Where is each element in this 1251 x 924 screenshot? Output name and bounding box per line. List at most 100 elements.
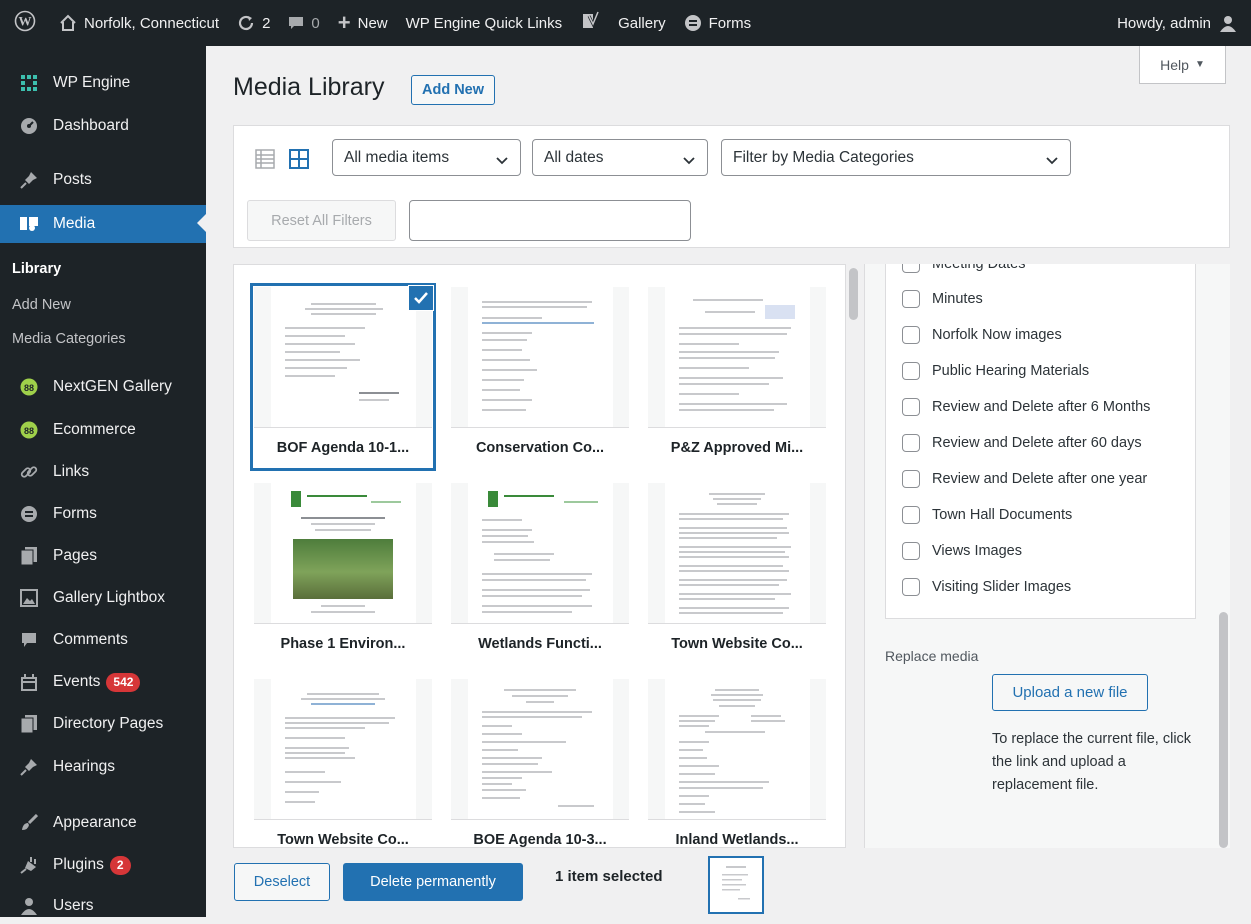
- category-checkbox[interactable]: [902, 326, 920, 344]
- account-menu[interactable]: Howdy, admin: [1108, 0, 1251, 46]
- sidebar-subitem-library[interactable]: Library: [0, 261, 206, 277]
- sidebar-subitem-media-categories[interactable]: Media Categories: [0, 331, 206, 347]
- selected-item-thumbnail[interactable]: [708, 856, 764, 914]
- category-option[interactable]: Norfolk Now images: [902, 326, 1062, 344]
- category-option[interactable]: Public Hearing Materials: [902, 362, 1089, 380]
- category-checkbox[interactable]: [902, 434, 920, 452]
- sidebar-item-directory-pages[interactable]: Directory Pages: [0, 706, 206, 742]
- grid-scrollbar[interactable]: [849, 268, 858, 320]
- sidebar-item-label: Links: [53, 463, 90, 480]
- category-label: Review and Delete after 60 days: [932, 435, 1142, 451]
- category-option[interactable]: Review and Delete after 60 days: [902, 434, 1142, 452]
- category-checkbox[interactable]: [902, 578, 920, 596]
- reset-filters-button[interactable]: Reset All Filters: [247, 200, 396, 241]
- new-content-menu[interactable]: + New: [329, 0, 397, 46]
- media-item[interactable]: Town Website Co...: [648, 483, 826, 663]
- sidebar-item-dashboard[interactable]: Dashboard: [0, 108, 206, 144]
- document-thumbnail: [254, 679, 432, 819]
- quick-links-menu[interactable]: WP Engine Quick Links: [397, 0, 571, 46]
- howdy-text: Howdy, admin: [1117, 14, 1211, 32]
- media-category-filter[interactable]: Filter by Media Categories: [721, 139, 1071, 176]
- sidebar-item-ecommerce[interactable]: 88 Ecommerce: [0, 412, 206, 448]
- users-icon: [19, 896, 39, 916]
- nextgen-icon: 88: [19, 377, 39, 397]
- media-item[interactable]: BOF Agenda 10-1...: [250, 283, 436, 471]
- help-tab-button[interactable]: Help ▼: [1139, 46, 1226, 84]
- date-filter[interactable]: All dates: [532, 139, 708, 176]
- category-option[interactable]: Visiting Slider Images: [902, 578, 1071, 596]
- category-checkbox[interactable]: [902, 506, 920, 524]
- sidebar-item-users[interactable]: Users: [0, 888, 206, 924]
- media-item[interactable]: Wetlands Functi...: [451, 483, 629, 663]
- gallery-menu[interactable]: Gallery: [609, 0, 675, 46]
- media-filename: P&Z Approved Mi...: [648, 427, 826, 467]
- media-filename: Conservation Co...: [451, 427, 629, 467]
- media-type-filter[interactable]: All media items: [332, 139, 521, 176]
- sidebar-item-label: Dashboard: [53, 117, 129, 134]
- updates-menu[interactable]: 2: [228, 0, 279, 46]
- category-checkbox[interactable]: [902, 470, 920, 488]
- sidebar-item-events[interactable]: Events 542: [0, 664, 206, 700]
- media-filename: Phase 1 Environ...: [254, 623, 432, 663]
- sidebar-item-label: Pages: [53, 547, 97, 564]
- category-label: Town Hall Documents: [932, 507, 1073, 523]
- category-option[interactable]: Views Images: [902, 542, 1022, 560]
- svg-text:88: 88: [24, 426, 34, 436]
- media-item[interactable]: P&Z Approved Mi...: [648, 287, 826, 467]
- nextgen-icon: 88: [19, 420, 39, 440]
- sidebar-item-hearings[interactable]: Hearings: [0, 749, 206, 785]
- refresh-icon: [237, 14, 255, 32]
- svg-text:W: W: [19, 14, 32, 29]
- sidebar-item-gallery-lightbox[interactable]: Gallery Lightbox: [0, 580, 206, 616]
- add-new-button[interactable]: Add New: [411, 75, 496, 105]
- sidebar-item-label: Directory Pages: [53, 715, 164, 732]
- chevron-down-icon: [1046, 152, 1058, 170]
- sidebar-item-comments[interactable]: Comments: [0, 622, 206, 658]
- list-view-icon[interactable]: [255, 149, 275, 172]
- details-scrollbar[interactable]: [1219, 612, 1228, 848]
- sidebar-item-label: Posts: [53, 171, 92, 188]
- grid-view-icon[interactable]: [289, 149, 309, 172]
- category-checkbox[interactable]: [902, 264, 920, 273]
- help-label: Help: [1160, 56, 1189, 73]
- updates-count: 2: [262, 14, 271, 32]
- delete-permanently-button[interactable]: Delete permanently: [343, 863, 523, 901]
- deselect-button[interactable]: Deselect: [234, 863, 330, 901]
- category-option[interactable]: Meeting Dates: [902, 264, 1026, 273]
- comment-icon: [19, 630, 39, 650]
- sidebar-item-links[interactable]: Links: [0, 454, 206, 490]
- sidebar-subitem-add-new[interactable]: Add New: [0, 297, 206, 313]
- category-option[interactable]: Review and Delete after one year: [902, 470, 1147, 488]
- media-filename: Town Website Co...: [648, 623, 826, 663]
- upload-new-file-button[interactable]: Upload a new file: [992, 674, 1148, 711]
- sidebar-item-plugins[interactable]: Plugins 2: [0, 847, 206, 883]
- site-name-menu[interactable]: Norfolk, Connecticut: [45, 0, 228, 46]
- forms-menu[interactable]: Forms: [675, 0, 761, 46]
- category-option[interactable]: Review and Delete after 6 Months: [902, 398, 1150, 416]
- category-checkbox[interactable]: [902, 542, 920, 560]
- yoast-menu[interactable]: [571, 0, 609, 46]
- sidebar-item-forms[interactable]: Forms: [0, 496, 206, 532]
- document-thumbnail: [254, 483, 432, 623]
- media-item[interactable]: Phase 1 Environ...: [254, 483, 432, 663]
- comments-menu[interactable]: 0: [279, 0, 328, 46]
- wpengine-icon: [19, 73, 39, 93]
- sidebar-item-pages[interactable]: Pages: [0, 538, 206, 574]
- wp-logo-menu[interactable]: W: [0, 0, 45, 46]
- sidebar-item-wp-engine[interactable]: WP Engine: [0, 65, 206, 101]
- media-item[interactable]: BOE Agenda 10-3...: [451, 679, 629, 847]
- sidebar-item-posts[interactable]: Posts: [0, 162, 206, 198]
- category-checkbox[interactable]: [902, 398, 920, 416]
- media-item[interactable]: Inland Wetlands...: [648, 679, 826, 847]
- category-option[interactable]: Town Hall Documents: [902, 506, 1072, 524]
- sidebar-item-appearance[interactable]: Appearance: [0, 805, 206, 841]
- category-checkbox[interactable]: [902, 362, 920, 380]
- checkmark-icon[interactable]: [408, 285, 434, 311]
- category-option[interactable]: Minutes: [902, 290, 983, 308]
- media-item[interactable]: Town Website Co...: [254, 679, 432, 847]
- media-item[interactable]: Conservation Co...: [451, 287, 629, 467]
- category-checkbox[interactable]: [902, 290, 920, 308]
- sidebar-item-media[interactable]: Media: [0, 205, 206, 243]
- search-input[interactable]: [409, 200, 691, 241]
- sidebar-item-nextgen-gallery[interactable]: 88 NextGEN Gallery: [0, 369, 206, 405]
